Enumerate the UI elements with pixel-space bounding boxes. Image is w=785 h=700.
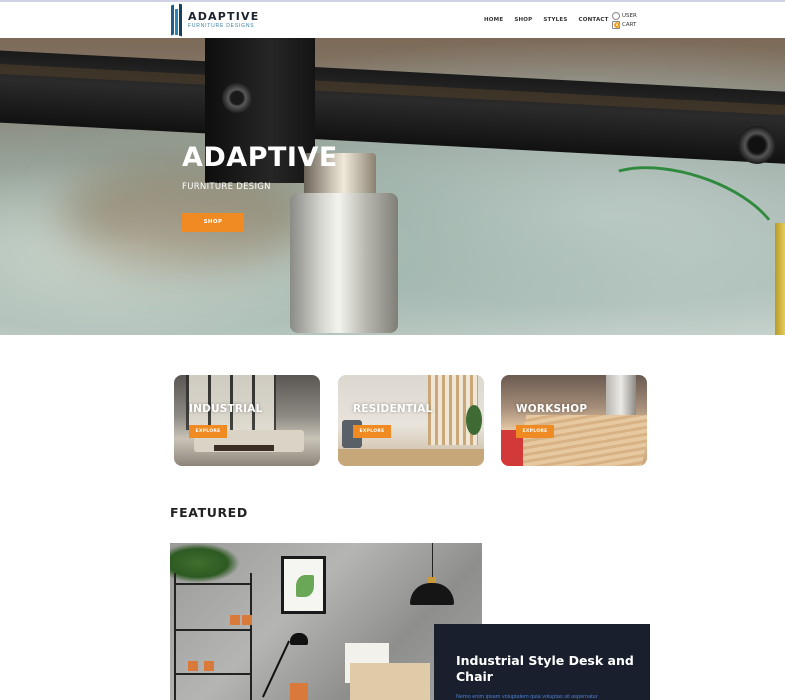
cart-label: CART bbox=[622, 21, 637, 28]
category-card-residential[interactable]: RESIDENTIAL EXPLORE bbox=[338, 375, 484, 466]
cart-link[interactable]: 0 CART bbox=[612, 20, 637, 29]
nav-styles[interactable]: STYLES bbox=[543, 17, 567, 23]
cart-count-badge: 0 bbox=[614, 21, 620, 28]
category-title: INDUSTRIAL bbox=[189, 403, 263, 415]
main-nav: HOME SHOP STYLES CONTACT bbox=[484, 17, 620, 23]
logo[interactable]: ADAPTIVE FURNITURE DESIGNS bbox=[170, 2, 259, 38]
category-title: RESIDENTIAL bbox=[353, 403, 433, 415]
hero-banner: ADAPTIVE FURNITURE DESIGN SHOP bbox=[0, 38, 785, 335]
user-label: USER bbox=[622, 12, 637, 19]
category-title: WORKSHOP bbox=[516, 403, 588, 415]
hero-image-metal-cylinder bbox=[290, 193, 398, 333]
hero-subtitle: FURNITURE DESIGN bbox=[182, 182, 271, 192]
logo-subtitle: FURNITURE DESIGNS bbox=[188, 23, 255, 29]
category-card-workshop[interactable]: WORKSHOP EXPLORE bbox=[501, 375, 647, 466]
hero-title: ADAPTIVE bbox=[182, 142, 338, 173]
logo-title: ADAPTIVE bbox=[188, 10, 260, 23]
logo-text: ADAPTIVE FURNITURE DESIGNS bbox=[188, 11, 259, 29]
featured-item-description: Nemo enim ipsam voluptatem quia voluptas… bbox=[456, 694, 598, 700]
nav-shop[interactable]: SHOP bbox=[514, 17, 532, 23]
featured-info-panel: Industrial Style Desk and Chair Nemo eni… bbox=[434, 624, 650, 700]
shop-button[interactable]: SHOP bbox=[182, 213, 244, 232]
explore-button[interactable]: EXPLORE bbox=[353, 425, 391, 438]
explore-button[interactable]: EXPLORE bbox=[516, 425, 554, 438]
user-icon bbox=[612, 11, 620, 20]
logo-icon bbox=[170, 3, 184, 37]
category-card-industrial[interactable]: INDUSTRIAL EXPLORE bbox=[174, 375, 320, 466]
picture-frame bbox=[281, 556, 326, 614]
cart-icon: 0 bbox=[612, 20, 620, 29]
site-header: ADAPTIVE FURNITURE DESIGNS HOME SHOP STY… bbox=[0, 2, 785, 38]
account-links: USER 0 CART bbox=[612, 11, 637, 29]
nav-home[interactable]: HOME bbox=[484, 17, 503, 23]
featured-item-title[interactable]: Industrial Style Desk and Chair bbox=[456, 653, 636, 685]
explore-button[interactable]: EXPLORE bbox=[189, 425, 227, 438]
pendant-lamp bbox=[410, 583, 454, 605]
nav-contact[interactable]: CONTACT bbox=[579, 17, 609, 23]
featured-heading: FEATURED bbox=[170, 505, 248, 520]
user-link[interactable]: USER bbox=[612, 11, 637, 20]
